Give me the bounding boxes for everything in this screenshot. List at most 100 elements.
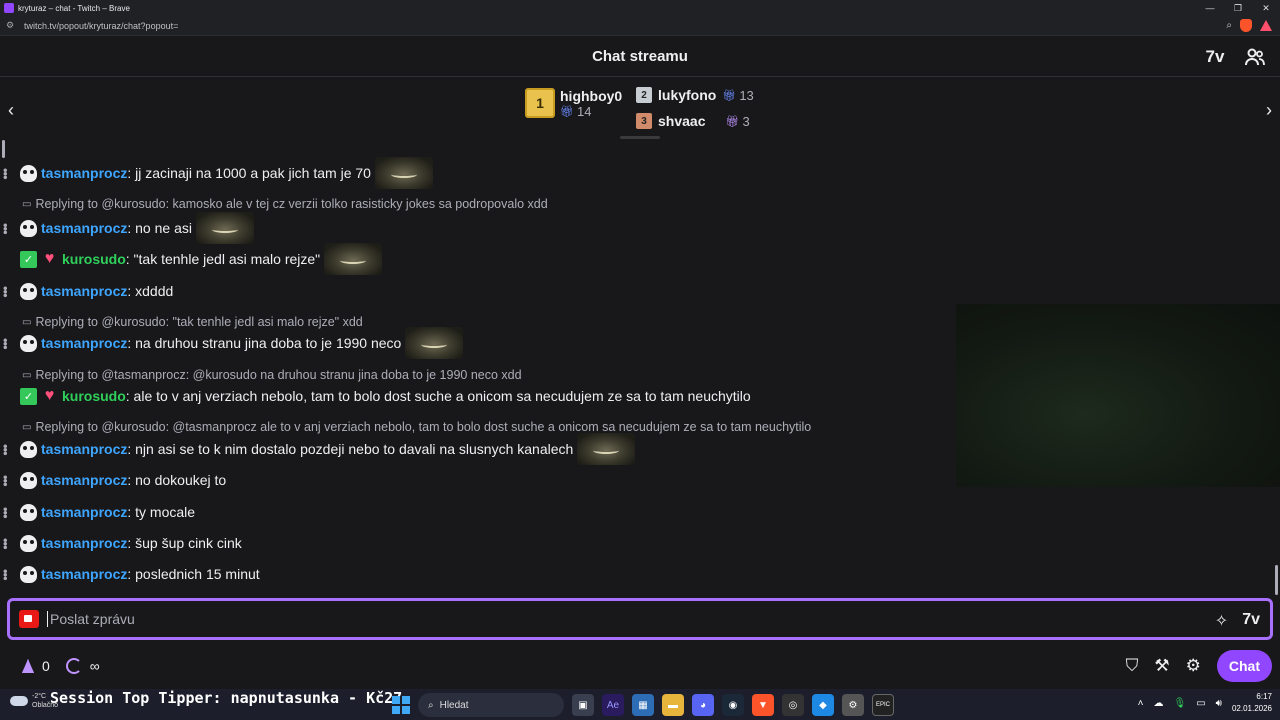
message-menu-icon[interactable]: ••• [0,338,13,349]
message-menu-icon[interactable]: ••• [0,538,13,549]
emote-icon[interactable] [195,212,254,244]
discord-icon[interactable]: ◕ [692,694,714,716]
microphone-icon[interactable]: 🎙︎ [1173,698,1186,709]
chat-input-container[interactable]: ✧ 7v [7,598,1273,640]
top-tipper-overlay: Session Top Tipper: napnutasunka - Kč27 [50,689,403,707]
twitch-app-icon [4,3,14,13]
steam-icon[interactable]: ◉ [722,694,744,716]
brave-browser-icon[interactable]: ▼ [752,694,774,716]
message-text: : jj zacinaji na 1000 a pak jich tam je … [127,165,371,181]
chat-message[interactable]: ✓ ♥ kurosudo : "tak tenhle jedl asi malo… [0,243,1280,275]
task-view-icon[interactable]: ▣ [572,694,594,716]
camera-icon[interactable] [19,610,39,628]
emote-icon[interactable] [577,433,636,465]
window-controls: — ❐ ✕ [1196,0,1280,16]
username[interactable]: tasmanprocz [41,535,127,551]
chat-input[interactable] [47,611,1147,627]
shield-icon[interactable]: ⛉ [1126,656,1139,676]
settings-icon[interactable]: ⚙ [842,694,864,716]
message-menu-icon[interactable]: ••• [0,286,13,297]
reply-icon: ▭ [22,421,32,433]
chevron-right-icon[interactable]: › [1266,100,1272,121]
message-text: : ty mocale [127,504,196,520]
message-menu-icon[interactable]: ••• [0,444,13,455]
username[interactable]: tasmanprocz [41,283,127,299]
7tv-icon[interactable]: 7v [1204,47,1226,67]
site-info-icon[interactable]: ⚙ [6,20,18,31]
chat-message[interactable]: ••• tasmanprocz : no ne asi [0,212,1280,244]
chat-message[interactable]: ••• tasmanprocz : ty mocale [0,501,1280,523]
address-bar[interactable]: ⚙ twitch.tv/popout/kryturaz/chat?popout=… [0,16,1280,36]
bottom-right-controls: ⛉ ⚒ ⚙ Chat [1126,650,1272,682]
onedrive-icon[interactable]: ☁ [1153,698,1163,709]
username[interactable]: tasmanprocz [41,504,127,520]
username[interactable]: tasmanprocz [41,441,127,457]
maximize-button[interactable]: ❐ [1224,0,1252,16]
leaderboard-name-second: lukyfono [658,87,717,103]
taskbar-search[interactable]: ⌕ Hledat [418,693,564,717]
url-text[interactable]: twitch.tv/popout/kryturaz/chat?popout= [24,21,178,31]
leaderboard-second[interactable]: 2 lukyfono 🎁︎ 13 [636,82,754,108]
photos-icon[interactable]: ▦ [632,694,654,716]
chevron-left-icon[interactable]: ‹ [8,100,14,121]
reply-text: Replying to @tasmanprocz: @kurosudo na d… [35,368,522,382]
message-actions-bar[interactable] [2,140,5,158]
7tv-emote-icon[interactable]: 7v [1242,611,1260,631]
chat-message[interactable]: ••• tasmanprocz : jj zacinaji na 1000 a … [0,157,1280,189]
username[interactable]: tasmanprocz [41,220,127,236]
chat-bottom-bar: 0 ∞ ⛉ ⚒ ⚙ Chat [0,644,1280,688]
username[interactable]: tasmanprocz [41,165,127,181]
message-menu-icon[interactable]: ••• [0,507,13,518]
username[interactable]: kurosudo [62,251,126,267]
chat-message[interactable]: ••• tasmanprocz : poslednich 15 minut [0,563,1280,585]
mod-tools-icon[interactable]: ⚒ [1154,656,1169,676]
points-count: 0 [42,658,50,674]
channel-points[interactable]: 0 ∞ [22,658,100,674]
chevron-up-icon[interactable]: ˄ [1138,698,1144,709]
clock[interactable]: 6:17 02.01.2026 [1232,691,1272,715]
leaderboard-count-first: 🎁︎ 14 [560,104,622,119]
username[interactable]: kurosudo [62,388,126,404]
skull-badge-icon [20,334,37,352]
message-menu-icon[interactable]: ••• [0,223,13,234]
close-button[interactable]: ✕ [1252,0,1280,16]
gear-icon[interactable]: ⚙ [1186,656,1201,676]
username[interactable]: tasmanprocz [41,566,127,582]
skull-badge-icon [20,503,37,521]
volume-icon[interactable]: 🔊︎ [1216,698,1222,709]
reply-context[interactable]: ▭ Replying to @kurosudo: kamosko ale v t… [0,196,548,212]
emote-icon[interactable] [374,157,433,189]
community-users-icon[interactable] [1244,47,1266,67]
reply-icon: ▭ [22,316,32,328]
message-menu-icon[interactable]: ••• [0,168,13,179]
brave-rewards-icon[interactable] [1260,20,1272,31]
emote-icon[interactable] [324,243,383,275]
network-icon[interactable]: ▭ [1196,698,1205,709]
message-menu-icon[interactable]: ••• [0,475,13,486]
leaderboard-first[interactable]: 1 highboy0 🎁︎ 14 [525,88,622,119]
message-menu-icon[interactable]: ••• [0,569,13,580]
gift-leaderboard: ‹ › 1 highboy0 🎁︎ 14 2 lukyfono 🎁︎ 13 3 sh… [0,78,1280,140]
reply-context[interactable]: ▭ Replying to @tasmanprocz: @kurosudo na… [0,367,522,383]
minimize-button[interactable]: — [1196,0,1224,16]
gift-icon: 🎁︎ [725,115,740,128]
username[interactable]: tasmanprocz [41,335,127,351]
brave-shields-icon[interactable] [1240,19,1252,32]
party-popper-icon[interactable]: ✧ [1215,611,1228,631]
chat-scrollbar[interactable] [1275,565,1278,595]
username[interactable]: tasmanprocz [41,472,127,488]
chat-message[interactable]: ••• tasmanprocz : xdddd [0,280,1280,302]
after-effects-icon[interactable]: Ae [602,694,624,716]
epic-games-icon[interactable]: EPIC [872,694,894,716]
emote-icon[interactable] [405,327,464,359]
app-icon[interactable]: ◎ [782,694,804,716]
heart-badge-icon: ♥ [44,387,55,404]
leaderboard-third[interactable]: 3 shvaac 🎁︎ 3 [636,108,754,134]
leaderboard-count-second: 🎁︎ 13 [722,88,753,103]
zoom-icon[interactable]: ⌕ [1226,20,1232,31]
chat-message[interactable]: ••• tasmanprocz : šup šup cink cink [0,532,1280,554]
chat-send-button[interactable]: Chat [1216,650,1272,682]
windows-start-icon[interactable] [392,696,410,714]
messenger-icon[interactable]: ◆ [812,694,834,716]
file-explorer-icon[interactable]: ▬ [662,694,684,716]
